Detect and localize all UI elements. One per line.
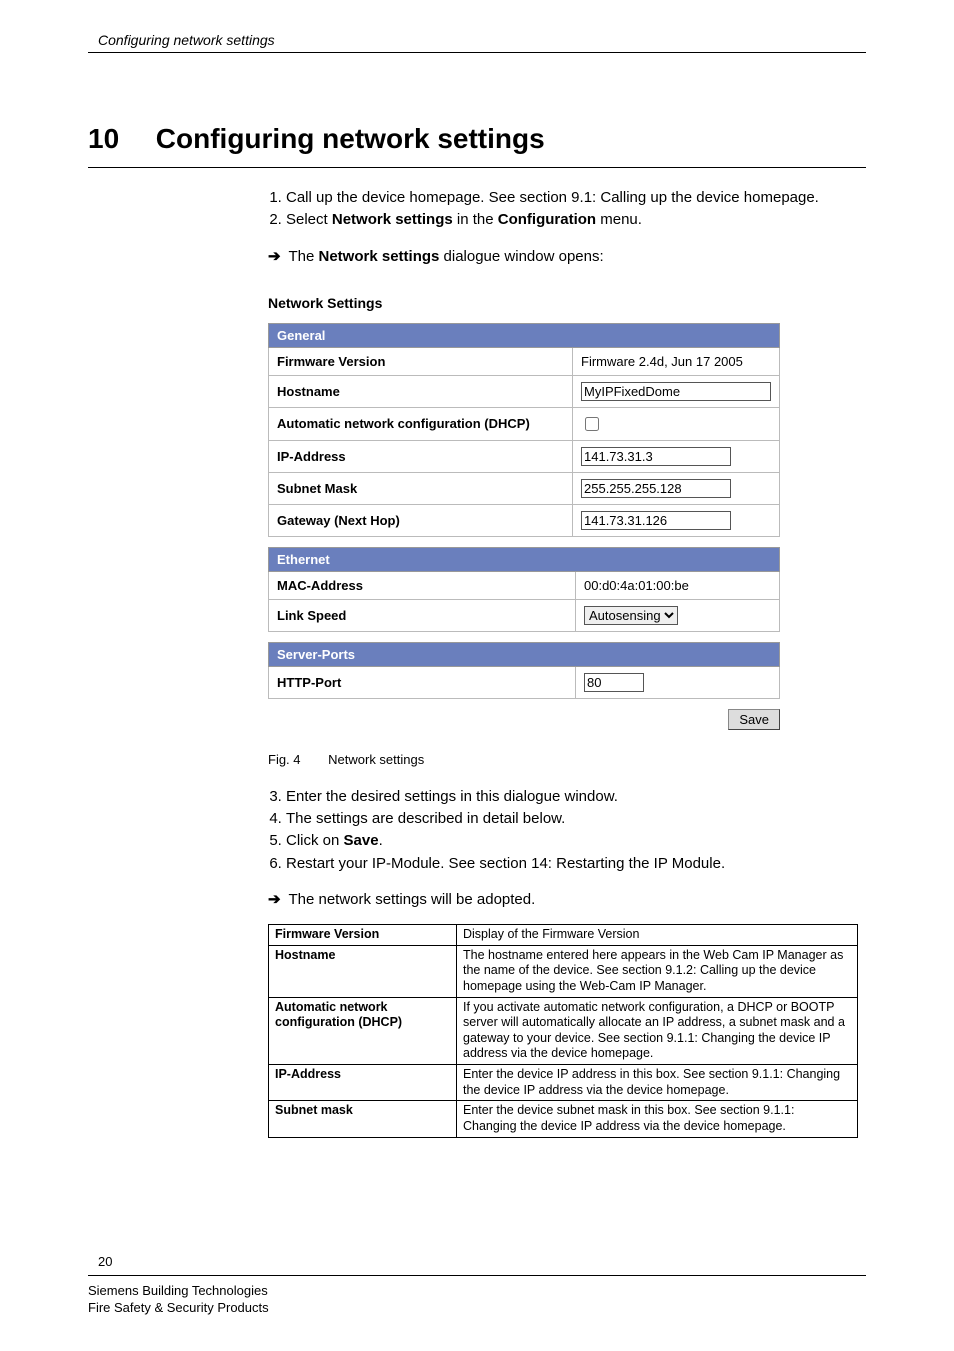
figure-text: Network settings (328, 752, 424, 767)
desc-hostname-val: The hostname entered here appears in the… (457, 945, 858, 997)
step-5: Click on Save. (286, 831, 866, 851)
mac-address-value: 00:d0:4a:01:00:be (576, 571, 780, 599)
footer-line-1: Siemens Building Technologies (88, 1282, 866, 1300)
ethernet-heading: Ethernet (269, 547, 780, 571)
step-2-text-b: in the (453, 211, 498, 228)
link-speed-select[interactable]: Autosensing (584, 606, 678, 625)
footer-line-2: Fire Safety & Security Products (88, 1299, 866, 1317)
result-1-text-a: The (288, 248, 318, 265)
network-settings-panel: Network Settings General Firmware Versio… (268, 295, 866, 767)
page-footer: 20 Siemens Building Technologies Fire Sa… (88, 1254, 866, 1317)
ip-address-input[interactable] (581, 447, 731, 466)
chapter-rule (88, 167, 866, 168)
server-ports-heading: Server-Ports (269, 642, 780, 666)
server-ports-table: Server-Ports HTTP-Port (268, 642, 780, 699)
step-5-bold: Save (344, 832, 379, 849)
desc-dhcp-key: Automatic network configuration (DHCP) (269, 997, 457, 1065)
ethernet-table: Ethernet MAC-Address 00:d0:4a:01:00:be L… (268, 547, 780, 632)
http-port-input[interactable] (584, 673, 644, 692)
gateway-label: Gateway (Next Hop) (269, 504, 573, 536)
gateway-input[interactable] (581, 511, 731, 530)
arrow-icon: ➔ (268, 891, 281, 908)
dhcp-checkbox[interactable] (585, 417, 599, 431)
general-heading: General (269, 323, 780, 347)
hostname-label: Hostname (269, 375, 573, 407)
step-5-text-a: Click on (286, 832, 344, 849)
firmware-version-value: Firmware 2.4d, Jun 17 2005 (573, 347, 780, 375)
ip-address-label: IP-Address (269, 440, 573, 472)
desc-hostname-key: Hostname (269, 945, 457, 997)
arrow-icon: ➔ (268, 248, 281, 265)
result-1-text-b: dialogue window opens: (439, 248, 603, 265)
http-port-label: HTTP-Port (269, 666, 576, 698)
chapter-title: 10 Configuring network settings (88, 123, 866, 155)
hostname-input[interactable] (581, 382, 771, 401)
general-table: General Firmware Version Firmware 2.4d, … (268, 323, 780, 537)
result-1-bold: Network settings (319, 248, 440, 265)
desc-ip-key: IP-Address (269, 1065, 457, 1101)
desc-subnet-val: Enter the device subnet mask in this box… (457, 1101, 858, 1137)
figure-number: Fig. 4 (268, 752, 301, 767)
step-1: Call up the device homepage. See section… (286, 188, 866, 208)
firmware-version-label: Firmware Version (269, 347, 573, 375)
step-5-text-b: . (379, 832, 383, 849)
chapter-title-text: Configuring network settings (156, 123, 545, 154)
step-2-text-a: Select (286, 211, 332, 228)
step-6: Restart your IP-Module. See section 14: … (286, 854, 866, 874)
steps-list-1: Call up the device homepage. See section… (268, 188, 866, 231)
figure-caption: Fig. 4 Network settings (268, 752, 866, 767)
chapter-number: 10 (88, 123, 148, 155)
footer-rule (88, 1275, 866, 1276)
description-table: Firmware Version Display of the Firmware… (268, 924, 858, 1138)
step-2-bold-2: Configuration (498, 211, 596, 228)
page-number: 20 (98, 1254, 866, 1269)
desc-firmware-val: Display of the Firmware Version (457, 925, 858, 946)
result-line-1: ➔ The Network settings dialogue window o… (268, 247, 866, 267)
steps-list-2: Enter the desired settings in this dialo… (268, 787, 866, 874)
desc-dhcp-val: If you activate automatic network config… (457, 997, 858, 1065)
dhcp-label: Automatic network configuration (DHCP) (269, 407, 573, 440)
desc-firmware-key: Firmware Version (269, 925, 457, 946)
step-4: The settings are described in detail bel… (286, 809, 866, 829)
subnet-mask-label: Subnet Mask (269, 472, 573, 504)
save-button[interactable]: Save (728, 709, 780, 730)
result-2-text: The network settings will be adopted. (288, 891, 535, 908)
step-2-bold-1: Network settings (332, 211, 453, 228)
step-2: Select Network settings in the Configura… (286, 210, 866, 230)
step-2-text-c: menu. (596, 211, 642, 228)
subnet-mask-input[interactable] (581, 479, 731, 498)
link-speed-label: Link Speed (269, 599, 576, 631)
step-3: Enter the desired settings in this dialo… (286, 787, 866, 807)
desc-subnet-key: Subnet mask (269, 1101, 457, 1137)
desc-ip-val: Enter the device IP address in this box.… (457, 1065, 858, 1101)
result-line-2: ➔ The network settings will be adopted. (268, 890, 866, 910)
mac-address-label: MAC-Address (269, 571, 576, 599)
running-header: Configuring network settings (88, 32, 866, 53)
panel-title: Network Settings (268, 295, 866, 311)
